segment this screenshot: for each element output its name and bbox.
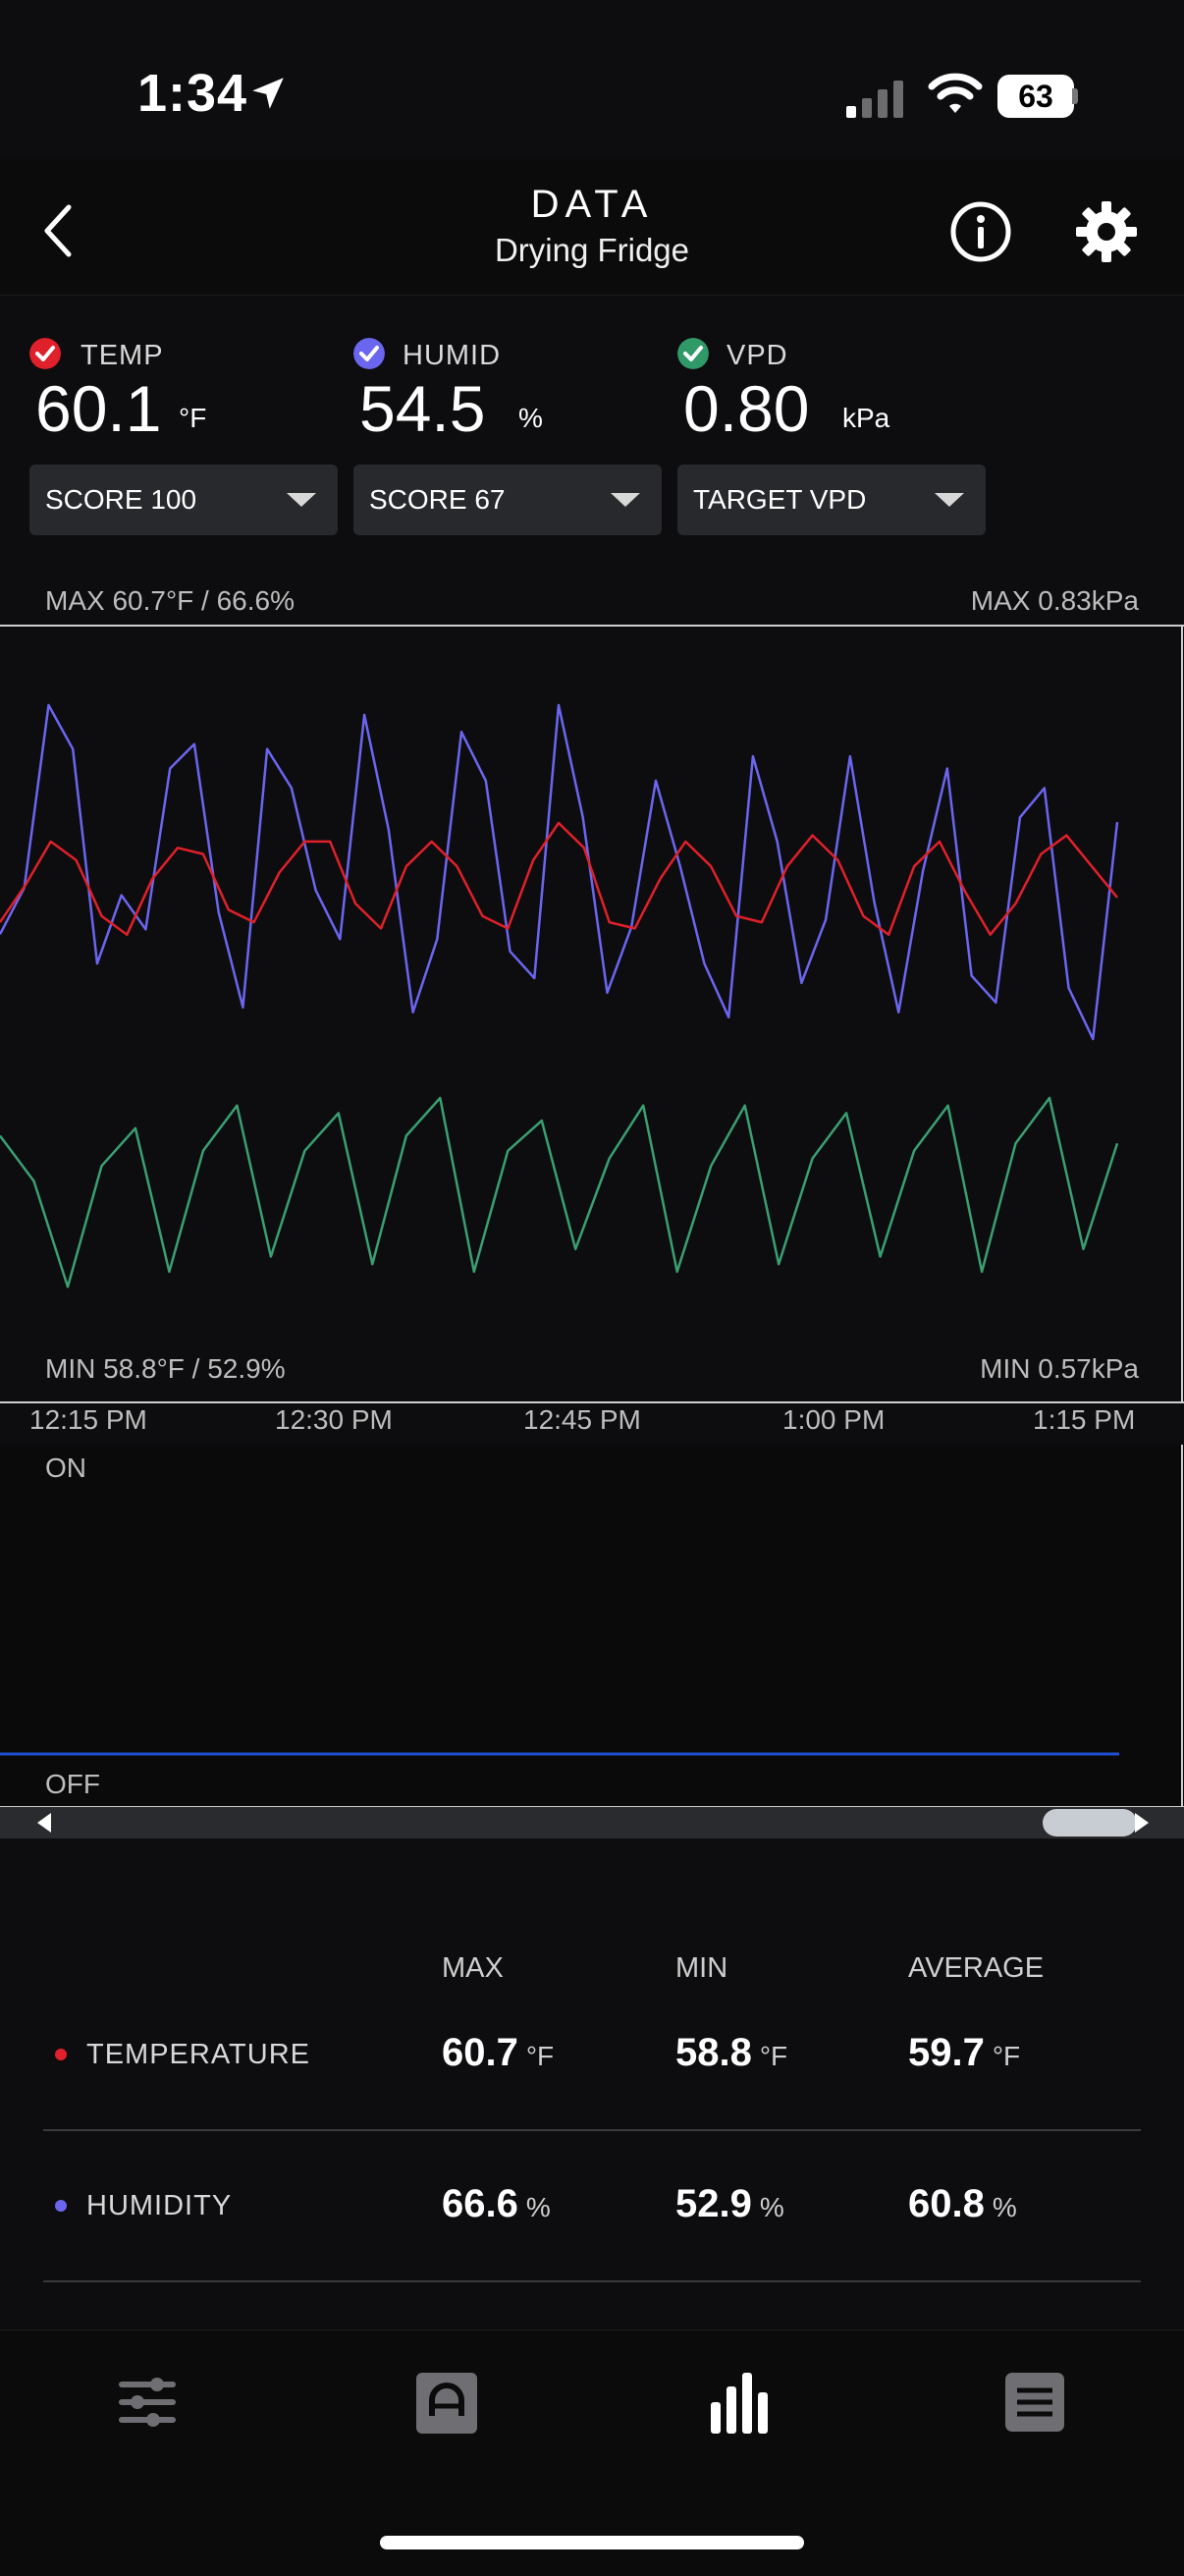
metric-temp-label: TEMP xyxy=(81,340,164,371)
device-state-line xyxy=(0,1445,1183,1806)
metric-humid-unit: % xyxy=(518,403,543,433)
location-arrow-icon xyxy=(252,78,284,109)
metric-temp-unit: °F xyxy=(179,403,207,433)
chart-min-left: MIN 58.8°F / 52.9% xyxy=(45,1353,286,1384)
stats-humid-min: 52.9% xyxy=(675,2182,784,2225)
info-icon[interactable] xyxy=(948,199,1013,264)
metric-humid-label: HUMID xyxy=(403,340,502,371)
vpd-target-select-value: TARGET VPD xyxy=(693,484,867,515)
battery-tip xyxy=(1072,88,1078,104)
row-divider xyxy=(43,2129,1141,2131)
home-indicator xyxy=(380,2536,804,2549)
stats-row-humidity-label: HUMIDITY xyxy=(86,2190,233,2221)
chart-area[interactable] xyxy=(0,625,1184,1404)
device-state-panel: ON OFF xyxy=(0,1445,1184,1808)
battery-indicator: 63 xyxy=(997,75,1074,118)
gear-icon[interactable] xyxy=(1074,199,1139,264)
status-time: 1:34 xyxy=(137,64,248,123)
metric-humid-value: 54.5 xyxy=(359,372,486,445)
check-temp-icon[interactable] xyxy=(29,338,61,369)
x-tick-label: 12:30 PM xyxy=(275,1404,393,1435)
metric-temp-value: 60.1 xyxy=(35,372,162,445)
cellular-signal-icon xyxy=(846,81,903,118)
device-off-label: OFF xyxy=(45,1769,100,1799)
scroll-left-arrow-icon[interactable] xyxy=(35,1812,53,1834)
x-tick-label: 12:15 PM xyxy=(29,1404,147,1435)
bar-chart-icon[interactable] xyxy=(711,2373,770,2434)
x-tick-label: 1:15 PM xyxy=(1033,1404,1136,1435)
temp-score-select-value: SCORE 100 xyxy=(45,484,197,515)
temperature-dot xyxy=(55,2049,67,2060)
chart-max-right: MAX 0.83kPa xyxy=(970,585,1139,616)
stats-section xyxy=(0,1838,1184,2329)
stats-humid-avg: 60.8% xyxy=(908,2182,1017,2225)
metric-vpd-unit: kPa xyxy=(842,403,890,433)
check-humid-icon[interactable] xyxy=(353,338,385,369)
humid-score-select[interactable]: SCORE 67 xyxy=(353,465,662,535)
metric-vpd-value: 0.80 xyxy=(683,372,810,445)
stats-humid-max: 66.6% xyxy=(442,2182,551,2225)
stats-temp-avg: 59.7 °F xyxy=(908,2031,1021,2074)
temp-series-line xyxy=(0,821,1118,936)
chart-min-right: MIN 0.57kPa xyxy=(980,1353,1139,1384)
x-tick-label: 12:45 PM xyxy=(523,1404,641,1435)
scroll-right-arrow-icon[interactable] xyxy=(1133,1812,1151,1834)
sliders-icon[interactable] xyxy=(118,2375,177,2430)
stats-header-min: MIN xyxy=(675,1952,728,1984)
row-divider xyxy=(43,2280,1141,2282)
log-icon[interactable] xyxy=(1005,2373,1064,2432)
stats-temp-min: 58.8 °F xyxy=(675,2031,788,2074)
humid-series-line xyxy=(0,703,1119,1041)
scroll-thumb[interactable] xyxy=(1043,1809,1137,1836)
controller-icon[interactable] xyxy=(416,2373,477,2434)
stats-header-max: MAX xyxy=(442,1952,504,1984)
temp-score-select[interactable]: SCORE 100 xyxy=(29,465,338,535)
caret-down-icon xyxy=(611,493,640,507)
stats-header-average: AVERAGE xyxy=(908,1952,1045,1984)
x-tick-label: 1:00 PM xyxy=(782,1404,886,1435)
humid-score-select-value: SCORE 67 xyxy=(369,484,506,515)
chart-max-left: MAX 60.7°F / 66.6% xyxy=(45,585,295,616)
vpd-series-line xyxy=(0,1096,1119,1288)
check-vpd-icon[interactable] xyxy=(677,338,709,369)
humidity-dot xyxy=(55,2200,67,2212)
caret-down-icon xyxy=(935,493,964,507)
stats-temp-max: 60.7 °F xyxy=(442,2031,555,2074)
caret-down-icon xyxy=(287,493,316,507)
wifi-icon xyxy=(928,73,983,113)
sensor-line-chart[interactable] xyxy=(0,627,1184,1404)
vpd-target-select[interactable]: TARGET VPD xyxy=(677,465,986,535)
timeline-scrollbar[interactable] xyxy=(0,1807,1184,1838)
metric-vpd-label: VPD xyxy=(727,340,788,371)
stats-row-temperature-label: TEMPERATURE xyxy=(86,2039,310,2070)
